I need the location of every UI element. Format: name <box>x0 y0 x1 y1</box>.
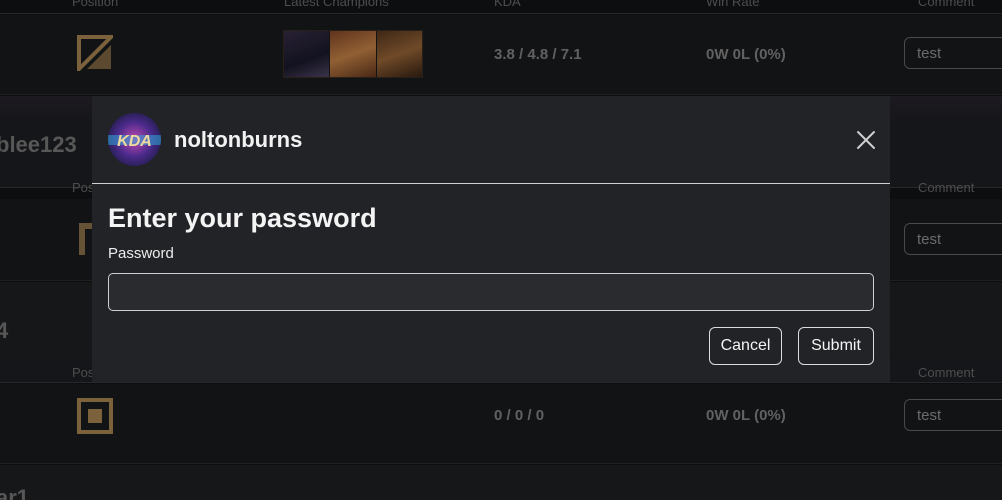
avatar: KDA <box>108 113 161 166</box>
password-label: Password <box>108 245 174 262</box>
modal-header: KDA noltonburns <box>92 96 890 184</box>
kda-logo-icon: KDA <box>108 113 161 166</box>
avatar-logo-text: KDA <box>117 133 152 150</box>
close-icon[interactable] <box>852 126 880 154</box>
modal-username: noltonburns <box>174 127 303 152</box>
submit-button[interactable]: Submit <box>798 327 874 365</box>
password-input[interactable] <box>108 273 874 311</box>
cancel-button[interactable]: Cancel <box>709 327 782 365</box>
password-modal: KDA noltonburns Enter your password Pass… <box>92 96 890 382</box>
modal-title: Enter your password <box>108 203 377 233</box>
